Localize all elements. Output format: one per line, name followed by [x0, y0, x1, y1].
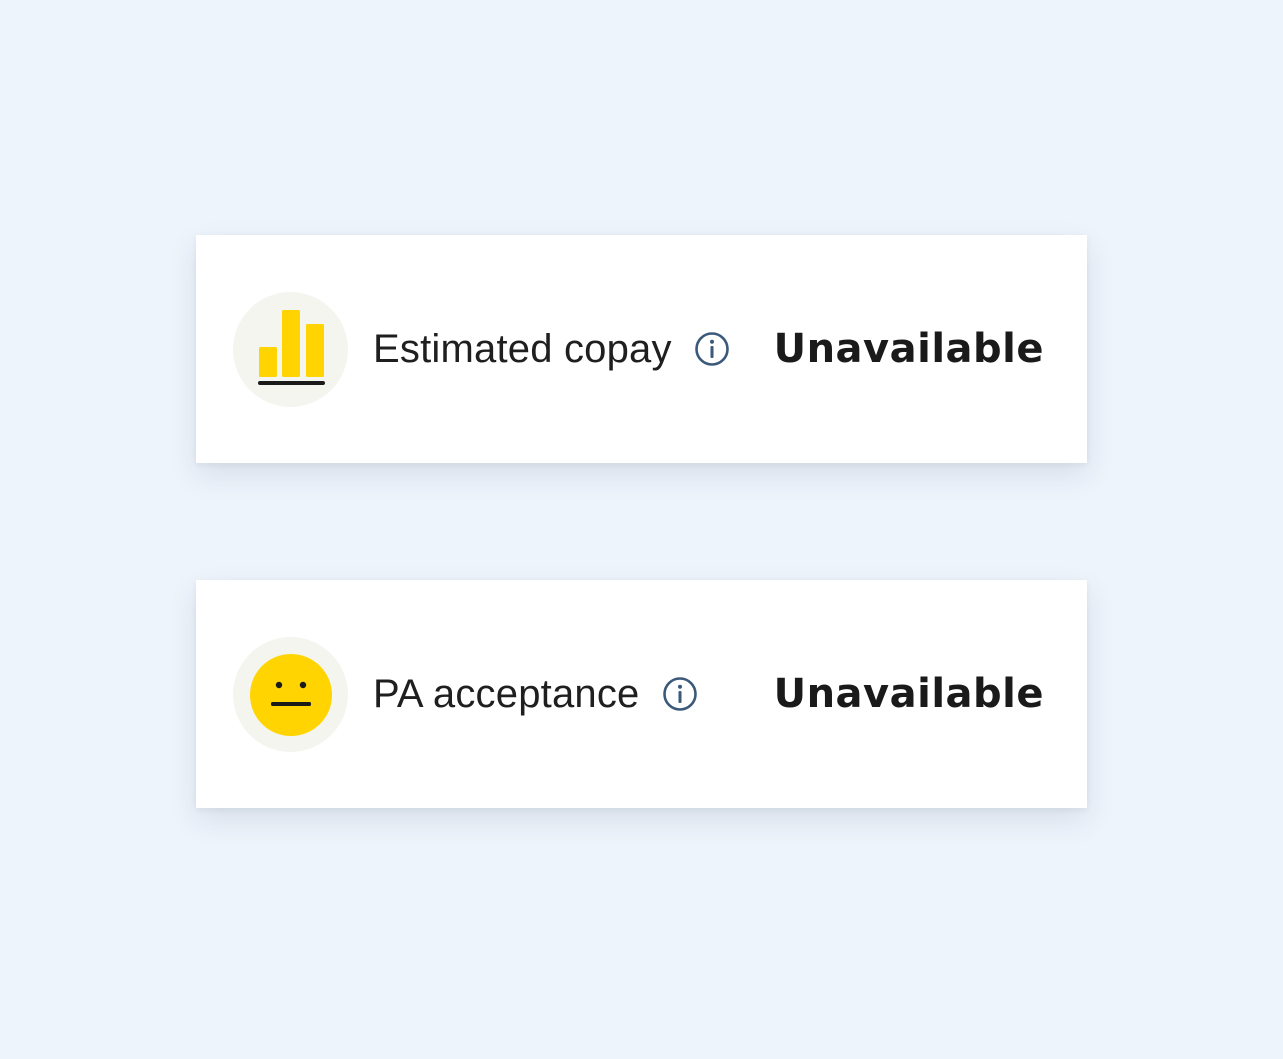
pa-acceptance-label: PA acceptance [373, 671, 640, 716]
estimated-copay-card: Estimated copay Unavailable [196, 235, 1087, 463]
pa-acceptance-label-row: PA acceptance [373, 580, 698, 808]
estimated-copay-label-row: Estimated copay [373, 235, 730, 463]
bar-chart-icon [233, 292, 348, 407]
page: Estimated copay Unavailable PA acceptanc… [0, 0, 1283, 1059]
pa-acceptance-value: Unavailable [773, 671, 1044, 717]
info-icon[interactable] [662, 676, 698, 712]
estimated-copay-label: Estimated copay [373, 326, 672, 371]
pa-acceptance-card: PA acceptance Unavailable [196, 580, 1087, 808]
estimated-copay-value: Unavailable [773, 326, 1044, 372]
info-icon[interactable] [694, 331, 730, 367]
neutral-face-icon [233, 637, 348, 752]
